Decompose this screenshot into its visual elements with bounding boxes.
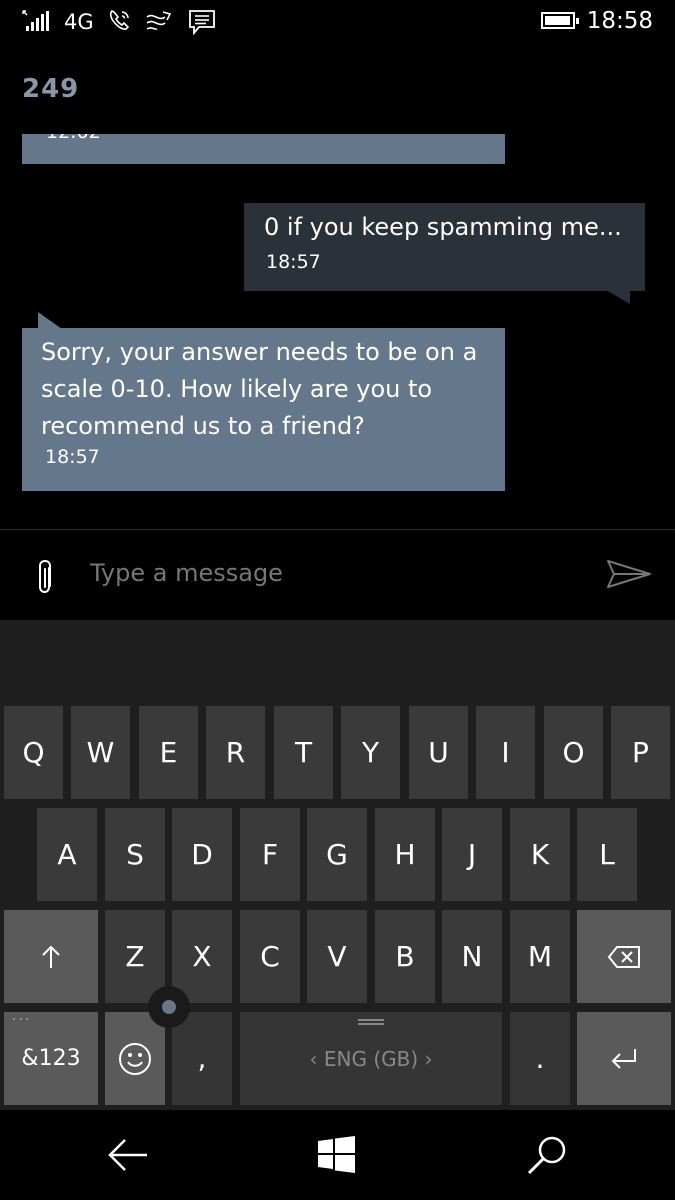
shift-arrow-icon [42, 945, 60, 968]
data-sense-icon [146, 11, 172, 30]
on-screen-keyboard: Q W E R T Y U I O P A S D F G H J K L Z … [0, 620, 675, 1110]
cursor-control[interactable] [148, 986, 190, 1028]
key-f[interactable]: F [240, 808, 300, 901]
enter-key[interactable] [577, 1012, 671, 1105]
backspace-icon [607, 945, 640, 968]
key-l[interactable]: L [577, 808, 637, 901]
key-d[interactable]: D [172, 808, 232, 901]
signal-icon [22, 10, 49, 31]
back-icon[interactable] [107, 1137, 149, 1173]
symbols-key[interactable]: ··· &123 [4, 1012, 98, 1105]
message-bubble-outgoing[interactable]: 0 if you keep spamming me... 18:57 [244, 203, 645, 291]
message-notification-icon [189, 10, 215, 36]
key-m[interactable]: M [510, 910, 570, 1003]
key-r[interactable]: R [206, 706, 265, 799]
key-w[interactable]: W [71, 706, 130, 799]
navigation-bar [0, 1110, 675, 1200]
message-bubble-incoming[interactable]: 12:02 [22, 134, 505, 164]
windows-start-icon[interactable] [318, 1136, 355, 1173]
contact-name[interactable]: 249 [22, 74, 79, 104]
key-u[interactable]: U [409, 706, 468, 799]
key-i[interactable]: I [476, 706, 535, 799]
comma-key[interactable]: , [172, 1012, 232, 1105]
symbols-key-label: &123 [21, 1046, 81, 1071]
bubble-tail-incoming [38, 312, 62, 329]
key-q[interactable]: Q [4, 706, 63, 799]
space-grip-icon [358, 1019, 384, 1025]
language-label: ENG (GB) [323, 1046, 419, 1071]
space-key[interactable]: ‹ ENG (GB) › [240, 1012, 502, 1105]
key-t[interactable]: T [274, 706, 333, 799]
cursor-control-dot-icon [162, 1000, 176, 1014]
key-s[interactable]: S [105, 808, 165, 901]
key-e[interactable]: E [139, 706, 198, 799]
key-v[interactable]: V [307, 910, 367, 1003]
key-p[interactable]: P [611, 706, 670, 799]
key-g[interactable]: G [307, 808, 367, 901]
battery-icon [541, 12, 579, 29]
search-icon[interactable] [526, 1134, 568, 1176]
key-b[interactable]: B [375, 910, 435, 1003]
key-n[interactable]: N [442, 910, 502, 1003]
message-list[interactable]: 12:02 0 if you keep spamming me... 18:57… [0, 134, 675, 529]
more-dots-icon: ··· [12, 1012, 32, 1028]
emoji-key[interactable] [105, 1012, 165, 1105]
message-time: 12:02 [46, 134, 101, 143]
message-time: 18:57 [266, 251, 321, 273]
attach-icon[interactable] [34, 558, 56, 596]
backspace-key[interactable] [577, 910, 671, 1003]
key-j[interactable]: J [442, 808, 502, 901]
message-time: 18:57 [45, 446, 100, 468]
wifi-calling-icon [109, 10, 130, 30]
key-h[interactable]: H [375, 808, 435, 901]
message-text: Sorry, your answer needs to be on a scal… [41, 338, 478, 440]
enter-icon [611, 1048, 636, 1069]
status-bar: 4G 18:58 [0, 0, 675, 48]
status-time: 18:58 [586, 8, 653, 34]
period-key[interactable]: . [510, 1012, 570, 1105]
language-indicator: ‹ ENG (GB) › [309, 1046, 433, 1071]
key-c[interactable]: C [240, 910, 300, 1003]
message-input[interactable] [90, 553, 590, 593]
key-o[interactable]: O [544, 706, 603, 799]
message-bubble-incoming[interactable]: Sorry, your answer needs to be on a scal… [22, 328, 505, 491]
key-k[interactable]: K [510, 808, 570, 901]
bubble-tail-outgoing [606, 290, 630, 304]
emoji-icon [119, 1042, 151, 1075]
send-icon[interactable] [605, 558, 653, 590]
key-a[interactable]: A [37, 808, 97, 901]
message-text: 0 if you keep spamming me... [264, 213, 622, 241]
network-type: 4G [64, 10, 94, 34]
key-y[interactable]: Y [341, 706, 400, 799]
shift-key[interactable] [4, 910, 98, 1003]
